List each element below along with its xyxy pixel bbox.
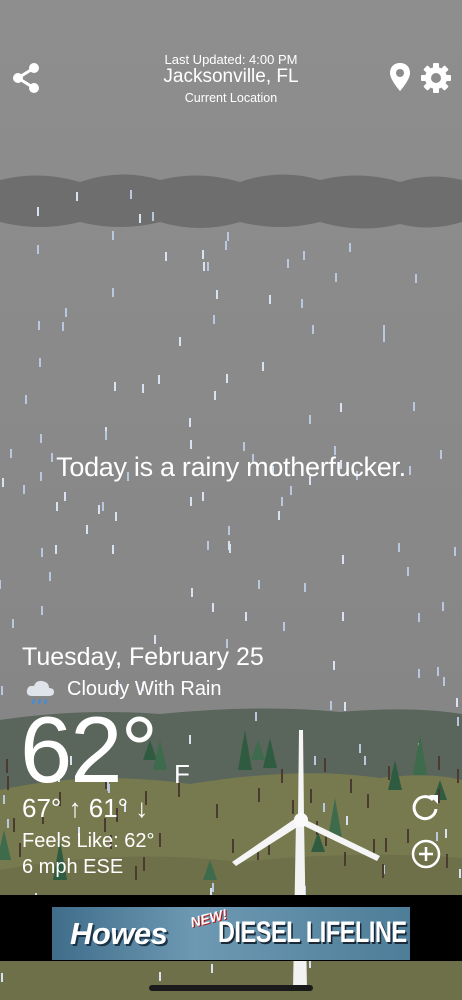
add-circle-icon[interactable] bbox=[410, 838, 442, 870]
home-indicator[interactable] bbox=[149, 985, 313, 991]
cloud-band bbox=[0, 174, 462, 229]
ad-banner[interactable]: Howes NEW! DIESEL LIFELINE bbox=[52, 907, 410, 960]
ad-brand: Howes bbox=[70, 916, 168, 951]
current-temperature: 62° bbox=[20, 697, 158, 802]
wind-speed: 6 mph ESE bbox=[22, 856, 124, 878]
feels-like: Feels Like: 62° bbox=[22, 830, 155, 852]
temperature-unit[interactable]: F bbox=[174, 759, 190, 790]
weather-tagline: Today is a rainy motherfucker. bbox=[56, 452, 406, 482]
high-low-temperature: 67° ↑ 61° ↓ bbox=[22, 793, 149, 823]
ad-product-name: DIESEL LIFELINE bbox=[218, 916, 407, 949]
refresh-icon[interactable] bbox=[409, 791, 441, 823]
gear-icon[interactable] bbox=[420, 62, 452, 94]
location-pin-icon[interactable] bbox=[388, 62, 412, 92]
location-label: Current Location bbox=[184, 91, 278, 105]
forecast-date: Tuesday, February 25 bbox=[22, 643, 264, 671]
